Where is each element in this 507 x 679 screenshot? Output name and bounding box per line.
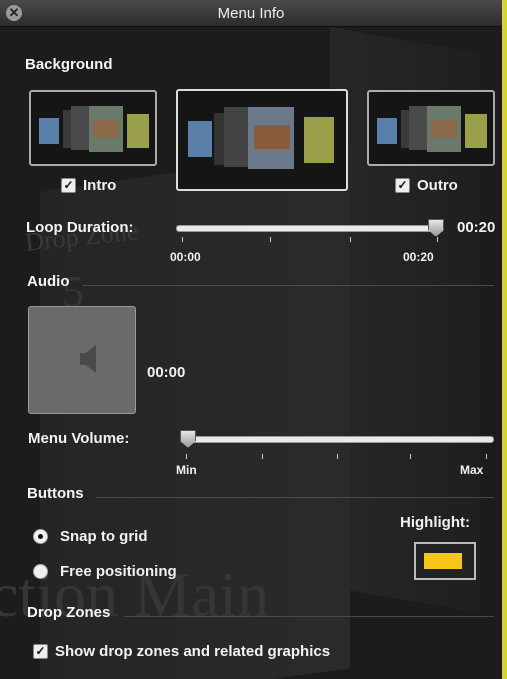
- window-title: Menu Info: [217, 5, 285, 22]
- intro-check-icon[interactable]: ✓: [61, 178, 76, 193]
- loop-max-label: 00:20: [403, 250, 434, 264]
- show-drop-zones-checkbox[interactable]: ✓ Show drop zones and related graphics: [33, 643, 330, 660]
- buttons-separator: [96, 497, 494, 498]
- loop-tick: [270, 237, 271, 242]
- loop-duration-label: Loop Duration:: [26, 219, 134, 236]
- volume-max-label: Max: [460, 463, 484, 477]
- outro-checkbox[interactable]: ✓ Outro: [395, 177, 458, 194]
- volume-min-label: Min: [176, 463, 197, 477]
- buttons-heading: Buttons: [27, 485, 84, 502]
- volume-tick: [486, 454, 487, 459]
- menu-volume-label: Menu Volume:: [28, 430, 130, 447]
- loop-tick: [182, 237, 183, 242]
- snap-radio-icon[interactable]: [33, 529, 48, 544]
- snap-to-grid-radio[interactable]: Snap to grid: [33, 528, 148, 545]
- loop-duration-value: 00:20: [457, 219, 496, 236]
- outro-thumbnail-preview: [377, 106, 487, 152]
- intro-checkbox[interactable]: ✓ Intro: [61, 177, 116, 194]
- drop-zones-heading: Drop Zones: [27, 604, 111, 621]
- free-radio-icon[interactable]: [33, 564, 48, 579]
- intro-thumbnail[interactable]: [29, 90, 157, 166]
- audio-duration: 00:00: [147, 364, 186, 381]
- title-bar[interactable]: ✕ Menu Info: [0, 0, 502, 27]
- volume-tick: [186, 454, 187, 459]
- intro-thumbnail-preview: [39, 106, 149, 152]
- snap-to-grid-label: Snap to grid: [60, 528, 148, 545]
- volume-tick: [410, 454, 411, 459]
- outro-label: Outro: [417, 177, 458, 194]
- intro-label: Intro: [83, 177, 117, 194]
- volume-tick: [337, 454, 338, 459]
- audio-separator: [82, 285, 494, 286]
- highlight-color-well[interactable]: [414, 542, 476, 580]
- outro-check-icon[interactable]: ✓: [395, 178, 410, 193]
- loop-tick: [437, 237, 438, 242]
- loop-duration-slider[interactable]: [176, 225, 444, 232]
- loop-tick: [350, 237, 351, 242]
- main-menu-thumbnail[interactable]: [176, 89, 348, 191]
- menu-info-panel: Drop Zone 5 ction Main ✕ Menu Info Backg…: [0, 0, 502, 679]
- show-drop-zones-check-icon[interactable]: ✓: [33, 644, 48, 659]
- show-drop-zones-label: Show drop zones and related graphics: [55, 643, 331, 660]
- volume-tick: [262, 454, 263, 459]
- background-heading: Background: [25, 56, 113, 73]
- audio-heading: Audio: [27, 273, 70, 290]
- outro-thumbnail[interactable]: [367, 90, 495, 166]
- highlight-color-fill: [424, 553, 462, 569]
- main-menu-preview: [188, 107, 334, 169]
- audio-drop-well[interactable]: [28, 306, 136, 414]
- free-positioning-label: Free positioning: [60, 563, 177, 580]
- loop-min-label: 00:00: [170, 250, 201, 264]
- free-positioning-radio[interactable]: Free positioning: [33, 563, 177, 580]
- menu-volume-slider[interactable]: [180, 436, 494, 443]
- highlight-label: Highlight:: [400, 514, 470, 531]
- drop-zones-separator: [124, 616, 494, 617]
- speaker-icon: [80, 345, 96, 373]
